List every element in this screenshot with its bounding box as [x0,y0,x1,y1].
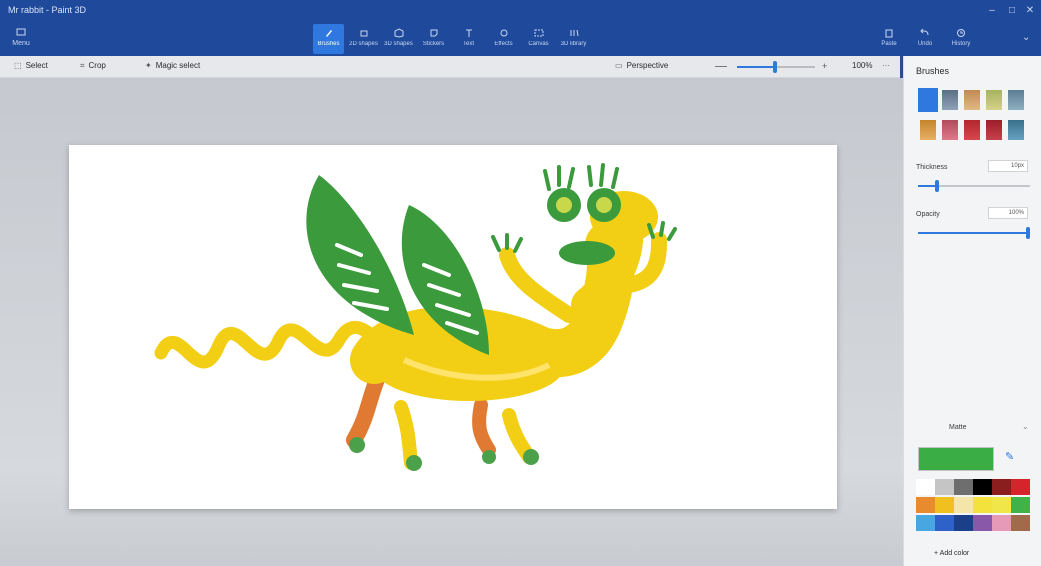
workspace [0,78,903,566]
zoom-in-button[interactable]: + [822,61,827,71]
select-button[interactable]: ⬚ Select [14,61,48,70]
thickness-input[interactable]: 10px [988,160,1028,172]
calligraphy-pen-brush[interactable] [942,90,958,110]
drawing-canvas[interactable] [69,145,837,509]
palette-swatch[interactable] [954,515,973,531]
tool-brushes[interactable]: Brushes [313,24,344,54]
opacity-slider-thumb[interactable] [1026,227,1030,239]
magic-select-icon: ✦ [145,61,152,70]
view-toggle[interactable]: ▭ Perspective [615,61,668,70]
marker-brush[interactable] [918,88,938,112]
magic-select-button[interactable]: ✦ Magic select [145,61,200,70]
palette-swatch[interactable] [954,479,973,495]
shapes2d-icon [360,30,367,37]
maximize-button[interactable]: □ [1002,3,1022,19]
palette-swatch[interactable] [973,515,992,531]
paint3d-window: Mr rabbit - Paint 3D – □ ✕ Menu Brushes … [0,0,1041,566]
history-button[interactable]: History [944,24,978,54]
palette-swatch[interactable] [935,479,954,495]
oil-brush[interactable] [964,90,980,110]
opacity-slider-fill [918,232,1030,234]
canvas-icon [534,29,543,37]
palette-swatch[interactable] [916,479,935,495]
palette-swatch[interactable] [1011,479,1030,495]
thickness-slider-thumb[interactable] [935,180,939,192]
current-color-swatch[interactable] [918,447,994,471]
tool-3d-shapes[interactable]: 3D shapes [383,24,414,54]
palette-swatch[interactable] [954,497,973,513]
dragon-drawing [154,163,677,471]
select-icon: ⬚ [14,61,22,70]
panel-title: Brushes [916,66,950,76]
palette-swatch[interactable] [1011,497,1030,513]
thickness-slider-fill [918,185,935,187]
palette-swatch[interactable] [935,497,954,513]
shapes3d-icon [394,28,403,38]
add-color-button[interactable]: + Add color [934,550,969,557]
zoom-slider-thumb[interactable] [773,61,777,73]
opacity-input[interactable]: 100% [988,207,1028,219]
crop-button[interactable]: ⌗ Crop [80,61,106,71]
folder-icon [16,28,26,36]
brushes-panel: Brushes Thickness 10px Opacity 100% Matt… [903,56,1041,566]
view-icon: ▭ [615,61,623,70]
tool-3d-library[interactable]: 3D library [558,24,589,54]
tool-text[interactable]: Text [453,24,484,54]
close-button[interactable]: ✕ [1020,3,1040,19]
palette-swatch[interactable] [973,479,992,495]
palette-swatch[interactable] [973,497,992,513]
crayon-brush[interactable] [964,120,980,140]
chevron-down-icon[interactable]: ⌄ [1022,422,1029,431]
paste-icon [885,29,893,38]
title-bar: Mr rabbit - Paint 3D – □ ✕ [0,0,1041,22]
fill-bucket-brush[interactable] [1008,120,1024,140]
expand-ribbon-button[interactable]: ⌄ [1022,32,1030,43]
sticker-icon [430,29,437,37]
secondary-toolbar: ⬚ Select ⌗ Crop ✦ Magic select ▭ Perspective… [0,56,900,78]
brush-icon [325,30,332,37]
eraser-brush[interactable] [942,120,958,140]
minimize-button[interactable]: – [982,3,1002,19]
library-icon [570,29,578,37]
pixel-pen-brush[interactable] [1008,90,1024,110]
spray-can-brush[interactable] [986,120,1002,140]
watercolor-brush[interactable] [986,90,1002,110]
palette-swatch[interactable] [992,479,1011,495]
finish-dropdown[interactable]: Matte [949,424,967,431]
crop-icon: ⌗ [80,61,85,70]
window-title: Mr rabbit - Paint 3D [8,5,87,15]
text-icon [465,29,472,37]
tool-effects[interactable]: Effects [488,24,519,54]
palette-swatch[interactable] [935,515,954,531]
tool-2d-shapes[interactable]: 2D shapes [348,24,379,54]
palette-swatch[interactable] [992,497,1011,513]
zoom-out-button[interactable] [715,66,727,67]
tool-stickers[interactable]: Stickers [418,24,449,54]
palette-swatch[interactable] [1011,515,1030,531]
paste-button[interactable]: Paste [872,24,906,54]
eyedropper-icon[interactable]: ✎ [1005,450,1014,463]
menu-button[interactable]: Menu [6,24,36,54]
history-icon [957,29,965,37]
effects-icon [500,29,507,37]
opacity-label: Opacity [916,211,940,218]
zoom-slider-fill [737,66,775,68]
pencil-brush[interactable] [920,120,936,140]
palette-swatch[interactable] [916,497,935,513]
palette-swatch[interactable] [916,515,935,531]
more-options-button[interactable]: ⋯ [882,61,890,70]
undo-icon [920,28,929,36]
zoom-level: 100% [852,61,873,70]
undo-button[interactable]: Undo [908,24,942,54]
palette-swatch[interactable] [992,515,1011,531]
thickness-label: Thickness [916,164,948,171]
ribbon: Menu Brushes 2D shapes 3D shapes Sticker… [0,22,1041,56]
tool-canvas[interactable]: Canvas [523,24,554,54]
